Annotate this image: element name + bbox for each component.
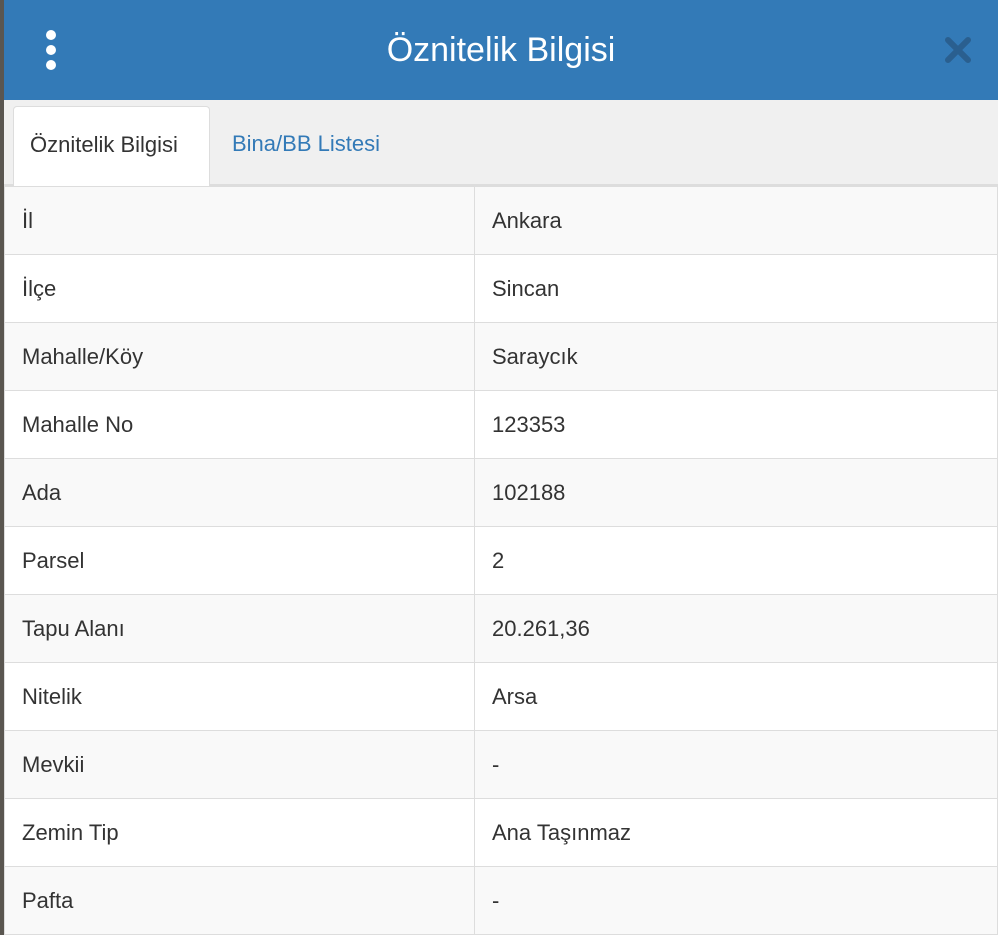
attribute-value: Arsa [474,662,998,731]
panel-header: Öznitelik Bilgisi [4,0,998,100]
attribute-key: İl [4,186,475,255]
attribute-value: 20.261,36 [474,594,998,663]
attribute-value: - [474,730,998,799]
attribute-key: Nitelik [4,662,475,731]
table-row: Tapu Alanı 20.261,36 [4,594,998,663]
tab-bar: Öznitelik Bilgisi Bina/BB Listesi [4,100,998,187]
table-row: İlçe Sincan [4,254,998,323]
attribute-key: Mevkii [4,730,475,799]
table-row: İl Ankara [4,186,998,255]
attribute-key: Tapu Alanı [4,594,475,663]
tab-oznitelik-bilgisi[interactable]: Öznitelik Bilgisi [13,106,210,187]
attribute-value: Ana Taşınmaz [474,798,998,867]
close-icon[interactable] [942,34,974,66]
table-row: Parsel 2 [4,526,998,595]
attribute-key: Pafta [4,866,475,935]
attribute-value: 2 [474,526,998,595]
attribute-key: Zemin Tip [4,798,475,867]
table-row: Zemin Tip Ana Taşınmaz [4,798,998,867]
attribute-key: İlçe [4,254,475,323]
attribute-key: Parsel [4,526,475,595]
attribute-value: 102188 [474,458,998,527]
attribute-value: 123353 [474,390,998,459]
table-row: Ada 102188 [4,458,998,527]
attribute-info-panel: Öznitelik Bilgisi Öznitelik Bilgisi Bina… [4,0,998,935]
attribute-value: Saraycık [474,322,998,391]
attribute-table: İl Ankara İlçe Sincan Mahalle/Köy Sarayc… [4,186,998,935]
attribute-key: Mahalle No [4,390,475,459]
attribute-key: Ada [4,458,475,527]
tab-bina-bb-listesi[interactable]: Bina/BB Listesi [216,106,396,184]
table-row: Mahalle/Köy Saraycık [4,322,998,391]
attribute-value: Sincan [474,254,998,323]
attribute-key: Mahalle/Köy [4,322,475,391]
table-row: Mevkii - [4,730,998,799]
table-row: Nitelik Arsa [4,662,998,731]
table-row: Mahalle No 123353 [4,390,998,459]
panel-title: Öznitelik Bilgisi [386,31,616,69]
table-row: Pafta - [4,866,998,935]
attribute-value: Ankara [474,186,998,255]
attribute-value: - [474,866,998,935]
close-icon-glyph [945,37,971,63]
